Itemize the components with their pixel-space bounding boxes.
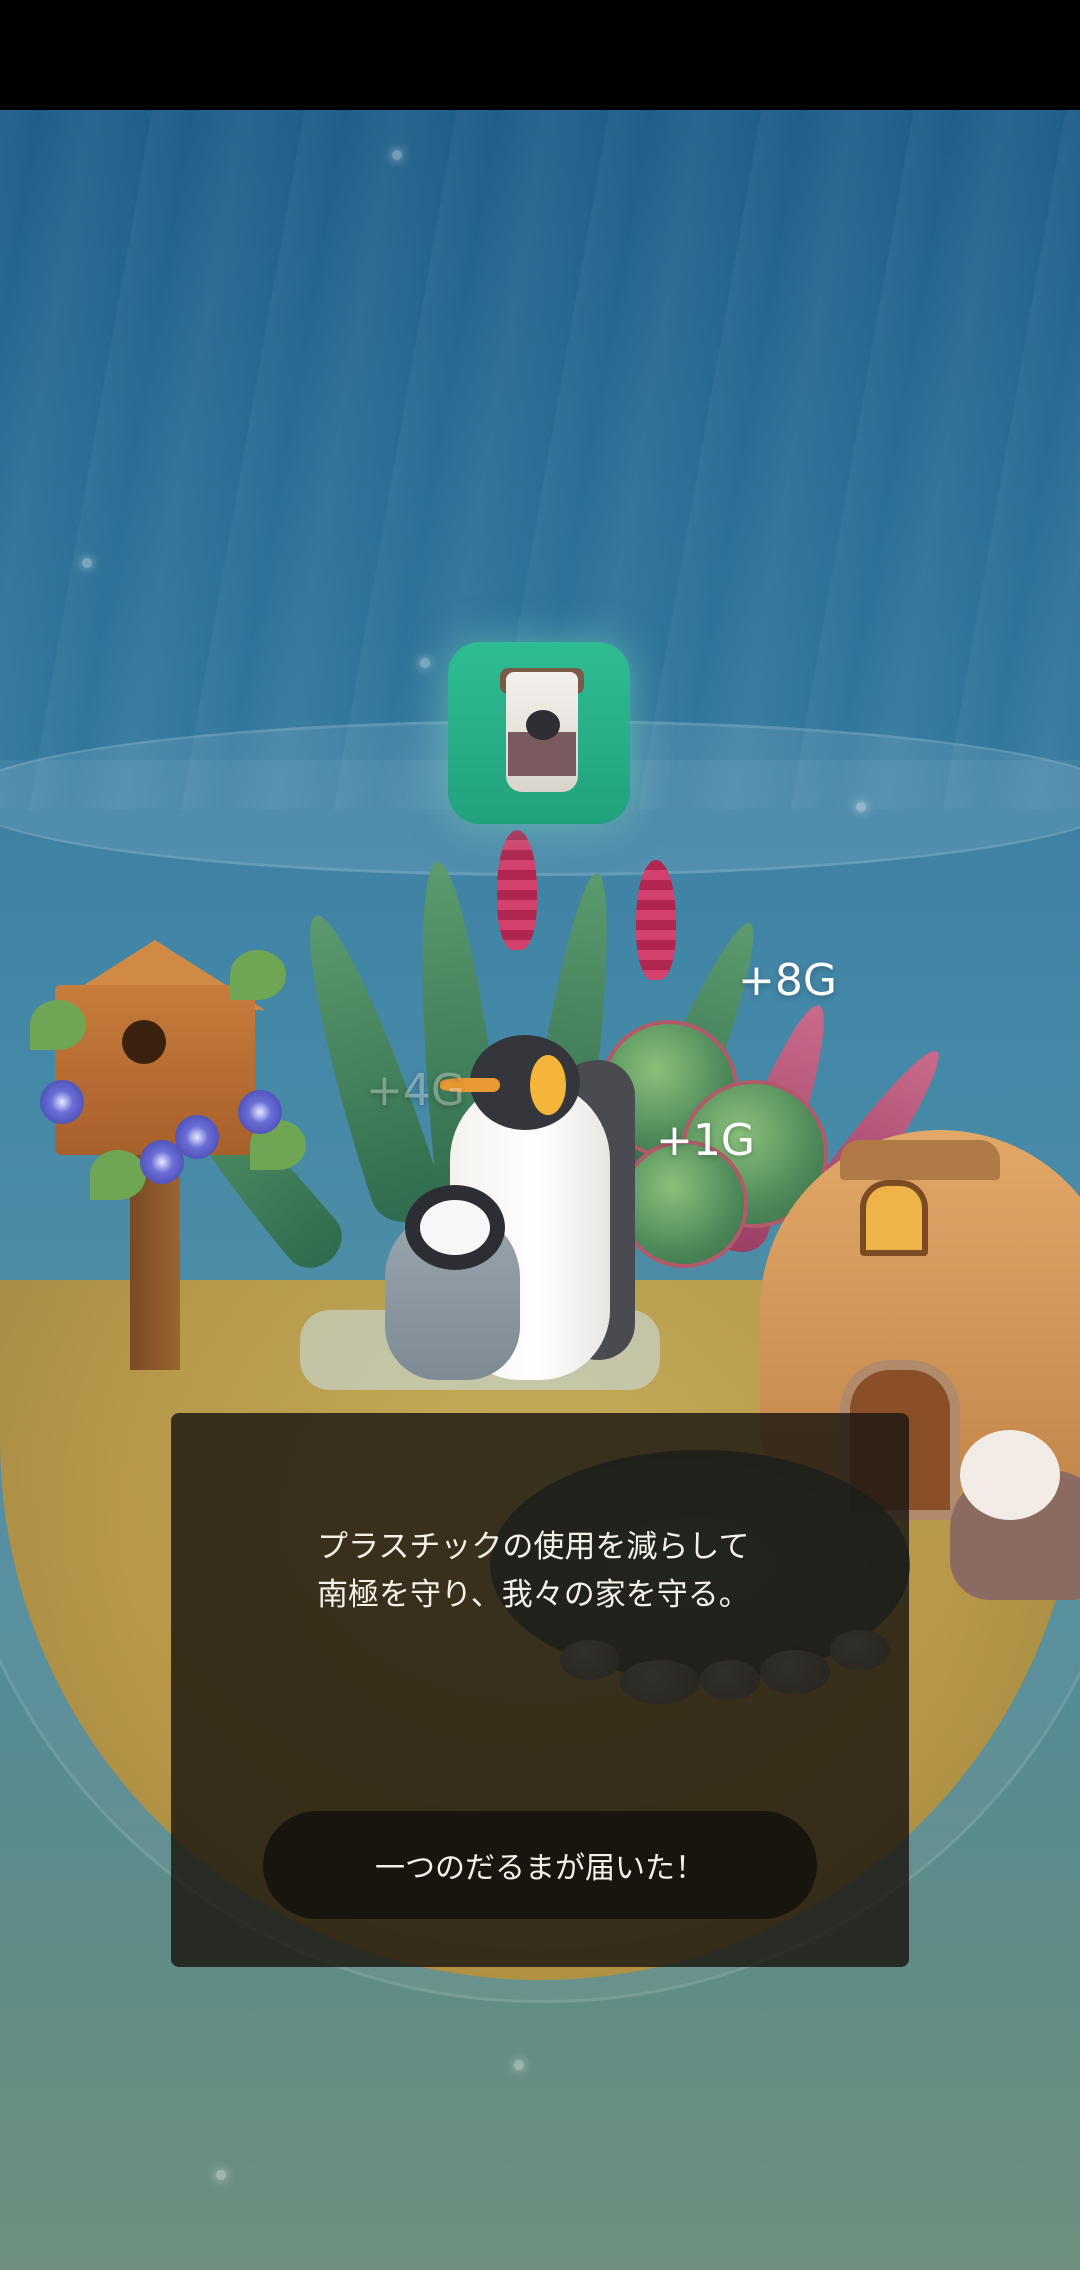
sparkle xyxy=(82,558,92,568)
confirm-button[interactable]: 一つのだるまが届いた！ xyxy=(263,1811,817,1919)
cat-face xyxy=(960,1430,1060,1520)
birdhouse xyxy=(55,985,255,1155)
red-flower-spike xyxy=(497,830,537,950)
sparkle xyxy=(392,150,402,160)
status-bar xyxy=(0,0,1080,110)
gold-reward-label[interactable]: +8G xyxy=(738,955,837,1006)
sparkle xyxy=(216,2170,226,2180)
sparkle xyxy=(420,658,430,668)
birdhouse-hole xyxy=(122,1020,166,1064)
morning-glory-flower xyxy=(238,1090,282,1134)
vine-leaf xyxy=(30,1000,86,1050)
vine-leaf xyxy=(90,1150,146,1200)
morning-glory-flower xyxy=(40,1080,84,1124)
vine-leaf xyxy=(230,950,286,1000)
cup-penguin-print xyxy=(526,710,560,740)
mushroom-house-window xyxy=(860,1180,928,1256)
penguin-chick-face xyxy=(420,1200,490,1255)
game-screen: +8G +1G +4G プラスチックの使用を減らして 南極を守り、我々の家を守る… xyxy=(0,0,1080,2270)
item-received-dialog: プラスチックの使用を減らして 南極を守り、我々の家を守る。 一つのだるまが届いた… xyxy=(171,1413,909,1967)
gold-reward-label[interactable]: +1G xyxy=(656,1115,755,1166)
morning-glory-flower xyxy=(175,1115,219,1159)
mushroom-house-roof xyxy=(840,1140,1000,1180)
gold-reward-label-faded: +4G xyxy=(366,1065,465,1116)
red-flower-spike xyxy=(636,860,676,980)
emperor-penguin-ear-patch xyxy=(530,1055,566,1115)
sparkle xyxy=(514,2060,524,2070)
dialog-message: プラスチックの使用を減らして 南極を守り、我々の家を守る。 xyxy=(317,1529,750,1613)
